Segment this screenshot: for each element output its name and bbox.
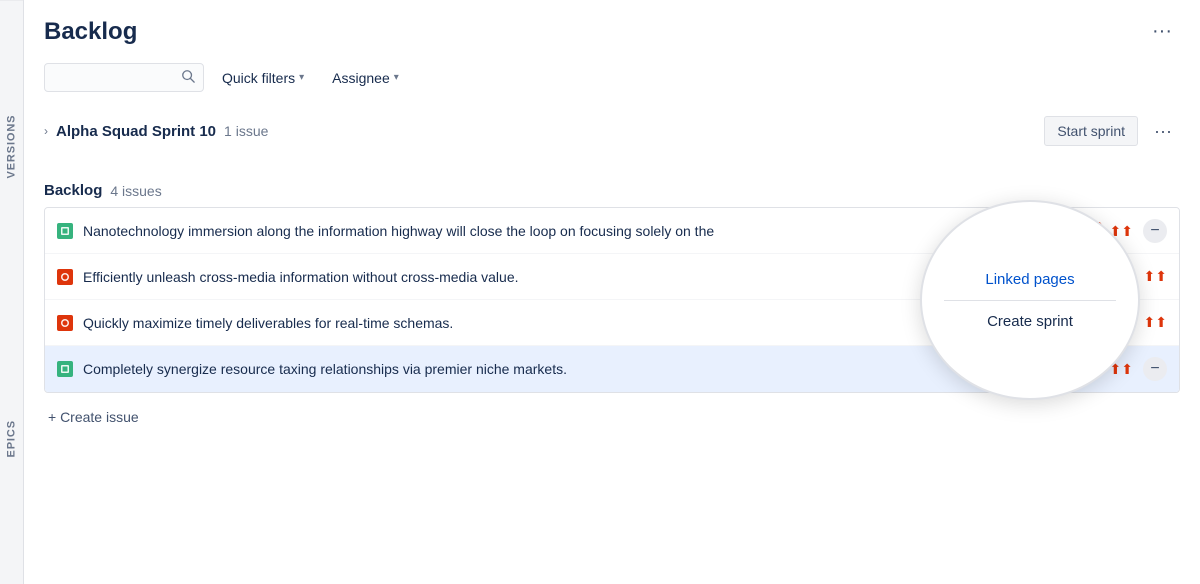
priority-highest-icon: ⬆⬆ xyxy=(1092,222,1133,240)
issue-type-bug-icon xyxy=(57,269,73,285)
issue-type-story-icon xyxy=(57,223,73,239)
backlog-issue-count: 4 issues xyxy=(110,183,161,199)
page-title: Backlog xyxy=(44,18,137,46)
quick-filters-chevron-icon: ▾ xyxy=(299,72,304,83)
issues-list: Nanotechnology immersion along the infor… xyxy=(44,207,1180,393)
app-container: VERSIONS EPICS Backlog ··· Quick filters xyxy=(0,0,1200,584)
assignee-chevron-icon: ▾ xyxy=(394,72,399,83)
backlog-header: Backlog 4 issues xyxy=(44,170,1180,207)
epics-label[interactable]: EPICS xyxy=(0,293,23,584)
sprint-name: Alpha Squad Sprint 10 xyxy=(56,123,216,140)
sprint-more-button[interactable]: ··· xyxy=(1146,117,1180,146)
minus-button[interactable]: − xyxy=(1143,219,1167,243)
issue-text: Nanotechnology immersion along the infor… xyxy=(83,223,1035,239)
table-row: Efficiently unleash cross-media informat… xyxy=(45,254,1179,300)
search-box[interactable] xyxy=(44,63,204,92)
start-sprint-button[interactable]: Start sprint xyxy=(1044,116,1138,146)
assignee-label: Assignee xyxy=(332,70,390,86)
create-issue-label: + Create issue xyxy=(48,409,139,425)
search-icon xyxy=(181,69,195,86)
backlog-section: Backlog 4 issues Nanotechnology immersio… xyxy=(44,170,1180,433)
create-issue-button[interactable]: + Create issue xyxy=(44,401,143,433)
quick-filters-button[interactable]: Quick filters ▾ xyxy=(212,64,314,92)
priority-highest-icon: ⬆⬆ xyxy=(1110,361,1133,378)
backlog-title: Backlog xyxy=(44,182,102,199)
issue-text: Completely synergize resource taxing rel… xyxy=(83,361,1045,377)
issue-text: Efficiently unleash cross-media informat… xyxy=(83,269,1079,285)
content-area: › Alpha Squad Sprint 10 1 issue Start sp… xyxy=(24,104,1200,584)
header-more-button[interactable]: ··· xyxy=(1144,16,1180,47)
issue-id: SB-11 xyxy=(1090,315,1125,330)
page-header: Backlog ··· xyxy=(24,0,1200,55)
sprint-section: › Alpha Squad Sprint 10 1 issue Start sp… xyxy=(44,104,1180,154)
issue-id: SB-9 xyxy=(1045,223,1074,238)
sprint-chevron-icon[interactable]: › xyxy=(44,124,48,138)
table-row: Quickly maximize timely deliverables for… xyxy=(45,300,1179,346)
sprint-issue-count: 1 issue xyxy=(224,123,268,139)
sprint-header: › Alpha Squad Sprint 10 1 issue Start sp… xyxy=(44,104,1180,154)
issue-type-story-icon xyxy=(57,361,73,377)
minus-button[interactable]: − xyxy=(1143,357,1167,381)
assignee-filter-button[interactable]: Assignee ▾ xyxy=(322,64,409,92)
main-content: Backlog ··· Quick filters ▾ Assignee xyxy=(24,0,1200,584)
issue-id: SB-12 xyxy=(1055,362,1091,377)
table-row: Nanotechnology immersion along the infor… xyxy=(45,208,1179,254)
issue-type-bug-icon xyxy=(57,315,73,331)
side-labels: VERSIONS EPICS xyxy=(0,0,24,584)
priority-highest-icon: ⬆⬆ xyxy=(1144,268,1167,285)
priority-highest-icon: ⬆⬆ xyxy=(1144,314,1167,331)
search-input[interactable] xyxy=(55,70,175,86)
issue-text: Quickly maximize timely deliverables for… xyxy=(83,315,1080,331)
table-row: Completely synergize resource taxing rel… xyxy=(45,346,1179,392)
toolbar: Quick filters ▾ Assignee ▾ xyxy=(24,55,1200,104)
versions-label[interactable]: VERSIONS xyxy=(0,0,23,293)
sprint-actions: Start sprint ··· xyxy=(1044,116,1180,146)
quick-filters-label: Quick filters xyxy=(222,70,295,86)
